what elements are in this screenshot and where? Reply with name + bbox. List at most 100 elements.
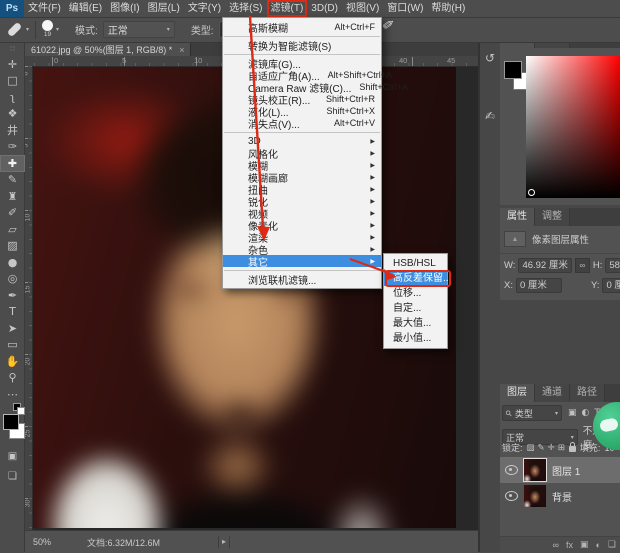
submenu-item[interactable]: 位移... [384,286,447,301]
pen-tool[interactable]: ✒ [0,287,25,304]
brush-size-picker[interactable]: 19 [42,20,53,39]
filter-menu-item[interactable]: 转换为智能滤镜(S) [223,39,381,51]
lock-all-icon[interactable] [569,446,576,452]
history-panel-icon[interactable]: ↺ [485,51,495,65]
brush-tool[interactable]: ✎ [0,172,25,189]
lock-label: 锁定: [502,441,523,454]
height-field[interactable]: 58.56 厘米 [605,258,620,273]
edit-toolbar-icon: ⋯ [7,389,18,400]
hand-tool[interactable]: ✋ [0,353,25,370]
path-selection-tool[interactable]: ➤ [0,320,25,337]
tool-preset-picker[interactable]: ▾ [7,26,29,33]
type-label: 类型: [191,22,214,37]
layer-thumbnail[interactable] [524,459,546,481]
close-tab-icon[interactable]: × [179,45,184,55]
info-panel-icon[interactable]: ✍ [485,109,495,123]
type-tool[interactable]: T [0,304,25,321]
quick-selection-tool[interactable]: ❖ [0,106,25,123]
mode-dropdown[interactable]: 正常 ▾ [103,21,175,38]
layers-panel-actions: ∞ fx ▣ ◐ ❏ [500,536,620,552]
ruler-tick-label: 15 [24,286,31,294]
filter-menu-item[interactable]: 消失点(V)...Alt+Ctrl+V [223,117,381,129]
menubar-item-滤镜(T)[interactable]: 滤镜(T) [267,0,308,17]
menubar-item-选择(S)[interactable]: 选择(S) [225,0,266,17]
tab-属性[interactable]: 属性 [500,208,535,226]
screen-mode-icon[interactable]: ❏ [0,468,25,484]
tab-通道[interactable]: 通道 [535,384,570,402]
dodge-tool[interactable]: ◎ [0,271,25,288]
fill-label: 填充: [580,441,601,454]
document-tab[interactable]: 61022.jpg @ 50%(图层 1, RGB/8) * × [25,43,191,56]
foreground-color-swatch[interactable] [3,414,19,430]
edit-toolbar[interactable]: ⋯ [0,386,25,403]
menubar-item-帮助(H)[interactable]: 帮助(H) [427,0,469,17]
submenu-item[interactable]: 自定... [384,301,447,316]
new-group-icon[interactable]: ❏ [608,539,616,550]
submenu-item[interactable]: 最大值... [384,316,447,331]
submenu-item[interactable]: 高反差保留... [384,271,447,286]
layer-thumbnail[interactable] [524,485,546,507]
history-brush-tool[interactable]: ✐ [0,205,25,222]
lock-pixels-icon[interactable]: ✎ [538,443,545,453]
eyedropper-tool[interactable]: ✑ [0,139,25,156]
lock-artboard-icon[interactable]: ⊞ [558,443,565,453]
visibility-eye-icon[interactable] [505,465,518,475]
quick-mask-icon[interactable]: ▣ [0,448,25,464]
layer-row[interactable]: 图层 1 [500,457,620,483]
filter-menu-item[interactable]: 浏览联机滤镜... [223,273,381,285]
gradient-tool[interactable]: ▨ [0,238,25,255]
menubar-item-编辑(E)[interactable]: 编辑(E) [65,0,106,17]
filter-pixel-layers-icon[interactable]: ▣ [568,408,577,418]
link-layers-icon[interactable]: ∞ [553,540,559,550]
visibility-eye-icon[interactable] [505,491,518,501]
filter-adjustment-layers-icon[interactable]: ◐ [582,408,590,418]
zoom-level-field[interactable]: 50% [33,537,51,547]
zoom-tool[interactable]: ⚲ [0,370,25,387]
tab-图层[interactable]: 图层 [500,384,535,402]
menubar-item-视图(V)[interactable]: 视图(V) [342,0,383,17]
shape-tool[interactable]: ▭ [0,337,25,354]
crop-tool[interactable]: 井 [0,122,25,139]
history-brush-tool-icon: ✐ [8,207,17,218]
tab-调整[interactable]: 调整 [535,208,570,226]
submenu-item[interactable]: HSB/HSL [384,256,447,271]
menubar-item-窗口(W)[interactable]: 窗口(W) [383,0,427,17]
submenu-arrow-icon: ▶ [370,210,375,217]
menubar-item-文字(Y)[interactable]: 文字(Y) [184,0,225,17]
menubar-item-文件(F)[interactable]: 文件(F) [24,0,65,17]
color-gradient-field[interactable] [526,56,620,198]
move-tool[interactable]: ✛ [0,56,25,73]
menu-item-label: HSB/HSL [393,258,436,269]
menubar-item-图像(I)[interactable]: 图像(I) [106,0,143,17]
y-field[interactable]: 0 厘米 [602,278,620,293]
foreground-color-swatch[interactable] [504,61,522,79]
collapse-toolbar-icon[interactable]: ∷ [0,45,25,53]
adjustment-layer-icon[interactable]: ◐ [595,540,600,550]
status-options-arrow[interactable]: ▸ [218,536,230,548]
blur-tool[interactable]: ● [0,254,25,271]
menu-item-shortcut: Shift+Ctrl+R [326,94,375,104]
eraser-tool[interactable]: ▱ [0,221,25,238]
spot-healing-brush-tool[interactable]: ✚ [0,155,25,172]
gradient-tool-icon: ▨ [7,240,17,251]
lock-transparency-icon[interactable]: ▨ [527,443,535,453]
layers-panel-tabs: 图层通道路径 [500,384,620,402]
link-dimensions-icon[interactable]: ∞ [575,258,590,273]
lock-position-icon[interactable]: ✛ [548,443,555,453]
tab-路径[interactable]: 路径 [570,384,605,402]
width-field[interactable]: 46.92 厘米 [518,258,571,273]
lasso-tool[interactable]: ʅ [0,89,25,106]
layer-style-icon[interactable]: fx [566,540,573,550]
hand-tool-icon: ✋ [6,356,20,367]
layer-row[interactable]: 背景 [500,483,620,509]
filter-menu-item[interactable]: 高斯模糊Alt+Ctrl+F [223,21,381,33]
clone-stamp-tool[interactable]: ♜ [0,188,25,205]
menubar-item-3D(D)[interactable]: 3D(D) [307,0,342,17]
layer-filter-dropdown[interactable]: ⚲ 类型 ▾ [502,405,562,421]
marquee-tool[interactable]: □ [0,73,25,90]
filter-menu-item[interactable]: 其它▶ [223,255,381,267]
menubar-item-图层(L)[interactable]: 图层(L) [144,0,184,17]
add-mask-icon[interactable]: ▣ [580,539,589,550]
submenu-item[interactable]: 最小值... [384,331,447,346]
x-field[interactable]: 0 厘米 [516,278,562,293]
